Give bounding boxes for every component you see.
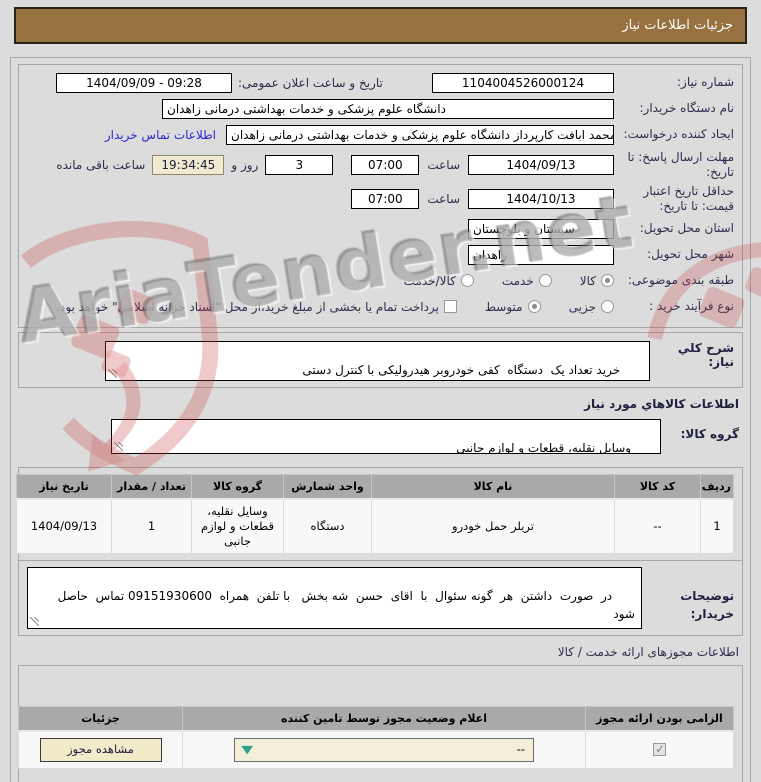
cell-item-group: وسایل نقلیه، قطعات و لوازم جانبی [192,499,284,553]
permit-status-select[interactable]: -- ▼ [234,738,534,762]
permits-table-header-row: الزامی بودن ارائه مجوز اعلام وضعیت مجوز … [19,706,734,731]
cell-quantity: 1 [112,499,192,553]
need-description-label: شرح کلي نیاز: [650,341,734,381]
permits-section-header: اطلاعات مجوزهای ارائه خدمت / کالا [22,645,739,659]
cell-need-date: 1404/09/13 [17,499,112,553]
items-table: ردیف کد کالا نام کالا واحد شمارش گروه کا… [16,474,734,554]
need-number-field[interactable]: 1104004526000124 [432,73,614,93]
buyer-notes-textarea[interactable]: در صورت داشتن هر گونه سئوال با اقای حسن … [27,567,642,629]
radio-goods-label: کالا [580,274,596,288]
city-label: شهر محل تحویل: [614,247,734,262]
requester-label: ایجاد کننده درخواست: [614,127,734,142]
deadline-label: مهلت ارسال پاسخ: تا تاریخ: [614,150,734,180]
col-quantity: تعداد / مقدار [112,475,192,500]
process-type-label: نوع فرآیند خرید : [614,299,734,314]
requester-field[interactable]: محمد ابافت کارپرداز دانشگاه علوم پزشکی و… [226,125,614,145]
validity-label: حداقل تاریخ اعتبار قیمت: تا تاریخ: [614,184,734,214]
col-permit-status: اعلام وضعیت مجوز توسط تامین کننده [183,706,586,731]
cell-permit-details: مشاهده مجوز [19,731,183,769]
permits-groupbox: الزامی بودن ارائه مجوز اعلام وضعیت مجوز … [18,665,743,782]
row-buyer-org: نام دستگاه خریدار: دانشگاه علوم پزشکی و … [27,97,734,120]
view-permit-button[interactable]: مشاهده مجوز [40,738,162,762]
remaining-time-box: 19:34:45 [152,155,224,175]
cell-item-name: تریلر حمل خودرو [372,499,615,553]
goods-section-header: اطلاعات کالاهاي مورد نیاز [22,397,739,411]
announce-field[interactable]: 1404/09/09 - 09:28 [56,73,232,93]
buyer-contact-link[interactable]: اطلاعات تماس خریدار [105,128,216,142]
buyer-org-field[interactable]: دانشگاه علوم پزشکی و خدمات بهداشتی درمان… [162,99,614,119]
category-label: طبقه بندی موضوعی: [614,273,734,288]
province-field[interactable]: سیستان و بلوچستان [468,219,614,239]
radio-goods-service-label: کالا/خدمت [404,274,456,288]
cell-permit-required [586,731,734,769]
radio-medium[interactable] [528,300,541,313]
goods-group-textarea[interactable]: وسایل نقلیه، قطعات و لوازم جانبی [111,419,661,454]
cell-item-code: -- [615,499,701,553]
buyer-notes-label: توضیحات خریدار: [642,567,734,623]
buyer-org-label: نام دستگاه خریدار: [614,101,734,116]
province-label: استان محل تحویل: [614,221,734,236]
col-item-code: کد کالا [615,475,701,500]
col-permit-details: جزئیات [19,706,183,731]
col-row-number: ردیف [701,475,734,500]
announce-label: تاریخ و ساعت اعلان عمومی: [238,76,420,90]
radio-goods[interactable] [601,274,614,287]
radio-minor[interactable] [601,300,614,313]
validity-date-field[interactable]: 1404/10/13 [468,189,614,209]
row-validity: حداقل تاریخ اعتبار قیمت: تا تاریخ: 1404/… [27,183,734,214]
radio-minor-label: جزیی [569,300,596,314]
page-title: جزئیات اطلاعات نیاز [14,7,747,44]
row-requester: ایجاد کننده درخواست: محمد ابافت کارپرداز… [27,123,734,146]
permit-status-value: -- [517,742,525,757]
cell-permit-status: -- ▼ [183,731,586,769]
validity-hour-label: ساعت [427,192,460,206]
remaining-time-label: ساعت باقی مانده [56,158,145,172]
row-need-number: شماره نیاز: 1104004526000124 تاریخ و ساع… [27,71,734,94]
city-field[interactable]: زاهدان [468,245,614,265]
need-description-groupbox: شرح کلي نیاز: خرید تعداد یک دستگاه کفی خ… [18,332,743,388]
permit-required-checkbox[interactable] [653,743,666,756]
resize-grip-icon[interactable] [30,617,39,626]
radio-service[interactable] [539,274,552,287]
need-number-label: شماره نیاز: [614,75,734,90]
col-unit: واحد شمارش [284,475,372,500]
items-table-header-row: ردیف کد کالا نام کالا واحد شمارش گروه کا… [17,475,734,500]
deadline-date-field[interactable]: 1404/09/13 [468,155,614,175]
row-city: شهر محل تحویل: زاهدان [27,243,734,266]
col-need-date: تاریخ نیاز [17,475,112,500]
treasury-docs-checkbox[interactable] [444,300,457,313]
permits-table-row: -- ▼ مشاهده مجوز [19,731,734,769]
treasury-docs-checkbox-label: پرداخت تمام یا بخشی از مبلغ خرید،از محل … [56,300,439,314]
remaining-days-field[interactable]: 3 [265,155,333,175]
items-table-row: 1 -- تریلر حمل خودرو دستگاه وسایل نقلیه،… [17,499,734,553]
need-description-textarea[interactable]: خرید تعداد یک دستگاه کفی خودروبر هیدرولی… [105,341,650,381]
row-province: استان محل تحویل: سیستان و بلوچستان [27,217,734,240]
row-category: طبقه بندی موضوعی: کالا خدمت کالا/خدمت [27,269,734,292]
goods-group-label: گروه کالا: [661,419,739,441]
col-item-name: نام کالا [372,475,615,500]
cell-row-number: 1 [701,499,734,553]
radio-goods-service[interactable] [461,274,474,287]
chevron-down-icon: ▼ [241,743,253,757]
row-goods-group: گروه کالا: وسایل نقلیه، قطعات و لوازم جا… [22,419,739,454]
page-title-text: جزئیات اطلاعات نیاز [622,18,733,33]
main-container: شماره نیاز: 1104004526000124 تاریخ و ساع… [10,57,751,782]
deadline-time-field[interactable]: 07:00 [351,155,419,175]
buyer-notes-groupbox: توضیحات خریدار: در صورت داشتن هر گونه سئ… [18,561,743,636]
need-info-groupbox: شماره نیاز: 1104004526000124 تاریخ و ساع… [18,64,743,328]
resize-grip-icon[interactable] [114,442,123,451]
permits-table: الزامی بودن ارائه مجوز اعلام وضعیت مجوز … [18,706,734,769]
col-permit-required: الزامی بودن ارائه مجوز [586,706,734,731]
col-item-group: گروه کالا [192,475,284,500]
radio-service-label: خدمت [502,274,534,288]
deadline-hour-label: ساعت [427,158,460,172]
cell-unit: دستگاه [284,499,372,553]
row-process-type: نوع فرآیند خرید : جزیی متوسط پرداخت تمام… [27,295,734,318]
validity-time-field[interactable]: 07:00 [351,189,419,209]
remaining-days-label: روز و [231,158,258,172]
items-table-groupbox: ردیف کد کالا نام کالا واحد شمارش گروه کا… [18,467,743,561]
row-deadline: مهلت ارسال پاسخ: تا تاریخ: 1404/09/13 سا… [27,149,734,180]
radio-medium-label: متوسط [485,300,523,314]
resize-grip-icon[interactable] [108,369,117,378]
